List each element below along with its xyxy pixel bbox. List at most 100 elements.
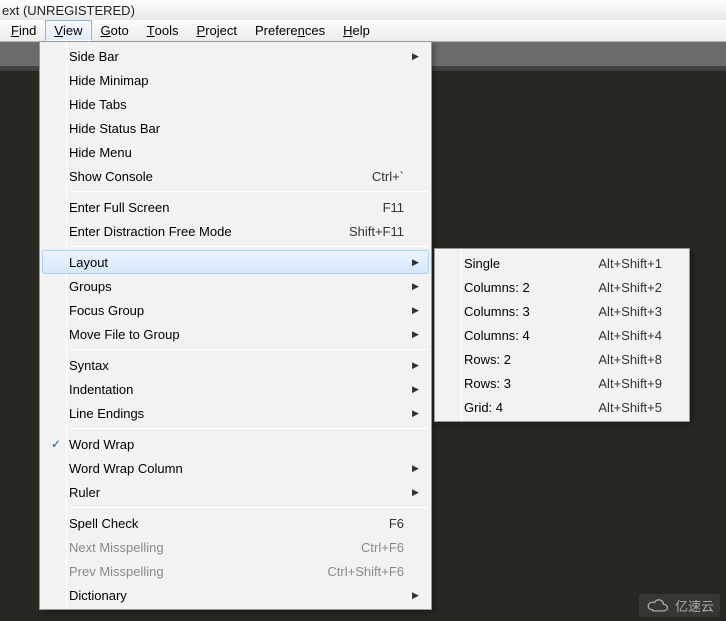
view-menu-dropdown: Side Bar ▶ Hide Minimap Hide Tabs Hide Statu… [39, 41, 432, 610]
view-item-word-wrap[interactable]: ✓Word Wrap [42, 432, 429, 456]
view-separator [70, 191, 428, 192]
menu-item-label: Hide Status Bar [69, 121, 404, 136]
menu-item-label: Grid: 4 [464, 400, 598, 415]
menu-item-label: Rows: 2 [464, 352, 598, 367]
menu-item-label: Columns: 4 [464, 328, 598, 343]
view-separator [70, 507, 428, 508]
view-item-prev-misspelling: Prev MisspellingCtrl+Shift+F6 [42, 559, 429, 583]
menu-tools[interactable]: Tools [138, 20, 188, 41]
view-item-hide-menu[interactable]: Hide Menu [42, 140, 429, 164]
submenu-arrow-icon: ▶ [412, 487, 428, 498]
view-item-hide-minimap[interactable]: Hide Minimap [42, 68, 429, 92]
menu-item-shortcut: Alt+Shift+2 [598, 280, 670, 295]
menu-item-label: Show Console [69, 169, 372, 184]
view-item-show-console[interactable]: Show ConsoleCtrl+` [42, 164, 429, 188]
menu-item-shortcut: Alt+Shift+1 [598, 256, 670, 271]
menu-item-label: Rows: 3 [464, 376, 598, 391]
menu-item-label: Ruler [69, 485, 404, 500]
menu-project[interactable]: Project [188, 20, 246, 41]
view-item-layout[interactable]: Layout ▶ [42, 250, 429, 274]
view-item-enter-full-screen[interactable]: Enter Full ScreenF11 [42, 195, 429, 219]
menu-item-shortcut: Alt+Shift+8 [598, 352, 670, 367]
view-item-indentation[interactable]: Indentation ▶ [42, 377, 429, 401]
submenu-arrow-icon: ▶ [412, 51, 428, 62]
layout-item-columns-3[interactable]: Columns: 3Alt+Shift+3 [437, 299, 687, 323]
window-title-text: ext (UNREGISTERED) [2, 3, 135, 18]
check-icon: ✓ [43, 437, 69, 451]
menu-item-shortcut: Ctrl+F6 [361, 540, 412, 555]
menu-item-label: Enter Full Screen [69, 200, 383, 215]
menu-preferences[interactable]: Preferences [246, 20, 334, 41]
view-item-dictionary[interactable]: Dictionary ▶ [42, 583, 429, 607]
menu-item-label: Word Wrap Column [69, 461, 404, 476]
menu-item-shortcut: F11 [383, 200, 412, 215]
menu-item-shortcut: F6 [389, 516, 412, 531]
menu-item-label: Side Bar [69, 49, 404, 64]
menu-item-label: Hide Minimap [69, 73, 404, 88]
menu-item-shortcut: Ctrl+Shift+F6 [327, 564, 412, 579]
submenu-arrow-icon: ▶ [412, 360, 428, 371]
layout-item-columns-4[interactable]: Columns: 4Alt+Shift+4 [437, 323, 687, 347]
view-item-side-bar[interactable]: Side Bar ▶ [42, 44, 429, 68]
menu-item-label: Hide Menu [69, 145, 404, 160]
submenu-arrow-icon: ▶ [412, 384, 428, 395]
submenu-arrow-icon: ▶ [412, 463, 428, 474]
menu-goto[interactable]: Goto [92, 20, 138, 41]
menu-item-label: Columns: 2 [464, 280, 598, 295]
layout-item-rows-2[interactable]: Rows: 2Alt+Shift+8 [437, 347, 687, 371]
menu-item-shortcut: Ctrl+` [372, 169, 412, 184]
watermark: 亿速云 [639, 594, 720, 617]
menu-item-label: Enter Distraction Free Mode [69, 224, 349, 239]
menubar: FindViewGotoToolsProjectPreferencesHelp [0, 20, 726, 42]
menu-item-label: Syntax [69, 358, 404, 373]
menu-item-shortcut: Shift+F11 [349, 224, 412, 239]
cloud-icon [645, 598, 671, 614]
menu-item-label: Word Wrap [69, 437, 404, 452]
layout-submenu-dropdown: SingleAlt+Shift+1Columns: 2Alt+Shift+2Co… [434, 248, 690, 422]
menu-help[interactable]: Help [334, 20, 379, 41]
layout-item-grid-4[interactable]: Grid: 4Alt+Shift+5 [437, 395, 687, 419]
menu-item-label: Groups [69, 279, 404, 294]
layout-item-rows-3[interactable]: Rows: 3Alt+Shift+9 [437, 371, 687, 395]
menu-find[interactable]: Find [2, 20, 45, 41]
menu-item-shortcut: Alt+Shift+5 [598, 400, 670, 415]
view-item-ruler[interactable]: Ruler ▶ [42, 480, 429, 504]
menu-item-label: Spell Check [69, 516, 389, 531]
menu-item-label: Next Misspelling [69, 540, 361, 555]
submenu-arrow-icon: ▶ [412, 257, 428, 268]
submenu-arrow-icon: ▶ [412, 590, 428, 601]
layout-item-columns-2[interactable]: Columns: 2Alt+Shift+2 [437, 275, 687, 299]
menu-item-label: Layout [69, 255, 404, 270]
menu-item-label: Focus Group [69, 303, 404, 318]
menu-view[interactable]: View [45, 20, 91, 41]
menu-item-shortcut: Alt+Shift+9 [598, 376, 670, 391]
menu-item-shortcut: Alt+Shift+3 [598, 304, 670, 319]
view-item-next-misspelling: Next MisspellingCtrl+F6 [42, 535, 429, 559]
watermark-text: 亿速云 [675, 596, 714, 615]
view-item-word-wrap-column[interactable]: Word Wrap Column ▶ [42, 456, 429, 480]
view-item-spell-check[interactable]: Spell CheckF6 [42, 511, 429, 535]
window-title: ext (UNREGISTERED) [0, 0, 726, 20]
view-item-line-endings[interactable]: Line Endings▶ [42, 401, 429, 425]
view-item-focus-group[interactable]: Focus Group ▶ [42, 298, 429, 322]
view-separator [70, 246, 428, 247]
menu-item-label: Dictionary [69, 588, 404, 603]
view-item-hide-tabs[interactable]: Hide Tabs [42, 92, 429, 116]
view-separator [70, 349, 428, 350]
view-item-syntax[interactable]: Syntax ▶ [42, 353, 429, 377]
view-item-hide-status-bar[interactable]: Hide Status Bar [42, 116, 429, 140]
submenu-arrow-icon: ▶ [412, 281, 428, 292]
menu-item-label: Single [464, 256, 598, 271]
submenu-arrow-icon: ▶ [412, 305, 428, 316]
menu-item-label: Indentation [69, 382, 404, 397]
menu-item-label: Line Endings [69, 406, 404, 421]
view-item-groups[interactable]: Groups ▶ [42, 274, 429, 298]
menu-item-label: Columns: 3 [464, 304, 598, 319]
view-item-move-file-to-group[interactable]: Move File to Group ▶ [42, 322, 429, 346]
menu-item-label: Move File to Group [69, 327, 404, 342]
menu-item-label: Prev Misspelling [69, 564, 327, 579]
submenu-arrow-icon: ▶ [412, 329, 428, 340]
view-item-enter-distraction-free-mode[interactable]: Enter Distraction Free ModeShift+F11 [42, 219, 429, 243]
menu-item-shortcut: Alt+Shift+4 [598, 328, 670, 343]
layout-item-single[interactable]: SingleAlt+Shift+1 [437, 251, 687, 275]
